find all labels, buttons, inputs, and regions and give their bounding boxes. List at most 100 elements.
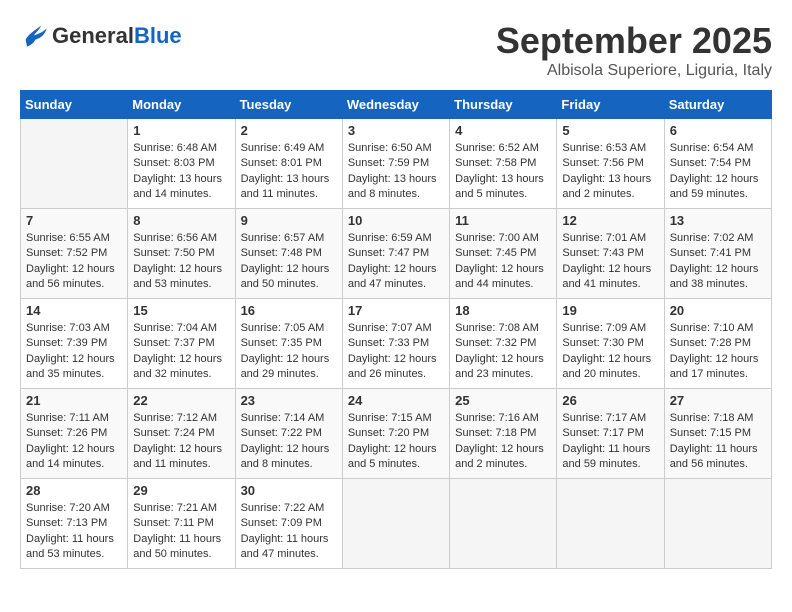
calendar-cell: 30 Sunrise: 7:22 AMSunset: 7:09 PMDayligh… [235,479,342,569]
logo-blue: Blue [134,24,182,48]
day-info: Sunrise: 7:09 AMSunset: 7:30 PMDaylight:… [562,321,658,383]
calendar-cell: 10 Sunrise: 6:59 AMSunset: 7:47 PMDayligh… [342,209,449,299]
calendar-cell: 8 Sunrise: 6:56 AMSunset: 7:50 PMDaylight… [128,209,235,299]
day-info: Sunrise: 7:08 AMSunset: 7:32 PMDaylight:… [455,321,551,383]
day-info: Sunrise: 6:50 AMSunset: 7:59 PMDaylight:… [348,141,444,203]
calendar-cell: 28 Sunrise: 7:20 AMSunset: 7:13 PMDayligh… [21,479,128,569]
day-number: 13 [670,213,766,228]
day-info: Sunrise: 6:56 AMSunset: 7:50 PMDaylight:… [133,231,229,293]
day-info: Sunrise: 6:57 AMSunset: 7:48 PMDaylight:… [241,231,337,293]
day-number: 4 [455,123,551,138]
day-number: 20 [670,303,766,318]
day-number: 17 [348,303,444,318]
calendar-header-row: SundayMondayTuesdayWednesdayThursdayFrid… [21,91,772,119]
calendar-week-row: 1 Sunrise: 6:48 AMSunset: 8:03 PMDaylight… [21,119,772,209]
calendar-cell: 29Sunrise: 7:21 AMSunset: 7:11 PMDayligh… [128,479,235,569]
calendar-cell: 26 Sunrise: 7:17 AMSunset: 7:17 PMDayligh… [557,389,664,479]
day-number: 9 [241,213,337,228]
day-number: 6 [670,123,766,138]
calendar-cell: 11 Sunrise: 7:00 AMSunset: 7:45 PMDayligh… [450,209,557,299]
col-header-thursday: Thursday [450,91,557,119]
title-block: September 2025 Albisola Superiore, Ligur… [496,20,772,80]
day-info: Sunrise: 6:48 AMSunset: 8:03 PMDaylight:… [133,141,229,203]
col-header-saturday: Saturday [664,91,771,119]
calendar-cell [21,119,128,209]
day-info: Sunrise: 7:01 AMSunset: 7:43 PMDaylight:… [562,231,658,293]
day-number: 1 [133,123,229,138]
day-number: 30 [241,483,337,498]
calendar-week-row: 28 Sunrise: 7:20 AMSunset: 7:13 PMDayligh… [21,479,772,569]
calendar-week-row: 14 Sunrise: 7:03 AMSunset: 7:39 PMDayligh… [21,299,772,389]
day-number: 25 [455,393,551,408]
day-info: Sunrise: 7:15 AMSunset: 7:20 PMDaylight:… [348,411,444,473]
page-header: GeneralBlue September 2025 Albisola Supe… [20,20,772,80]
day-info: Sunrise: 7:11 AMSunset: 7:26 PMDaylight:… [26,411,122,473]
day-number: 22 [133,393,229,408]
day-number: 16 [241,303,337,318]
day-info: Sunrise: 7:17 AMSunset: 7:17 PMDaylight:… [562,411,658,473]
bird-icon [20,20,48,48]
calendar-cell [664,479,771,569]
day-info: Sunrise: 7:07 AMSunset: 7:33 PMDaylight:… [348,321,444,383]
logo-general: General [52,24,134,48]
day-number: 21 [26,393,122,408]
calendar-cell: 4Sunrise: 6:52 AMSunset: 7:58 PMDaylight… [450,119,557,209]
calendar-cell: 15 Sunrise: 7:04 AMSunset: 7:37 PMDayligh… [128,299,235,389]
calendar-cell: 25 Sunrise: 7:16 AMSunset: 7:18 PMDayligh… [450,389,557,479]
calendar-cell: 1 Sunrise: 6:48 AMSunset: 8:03 PMDaylight… [128,119,235,209]
calendar-cell: 2 Sunrise: 6:49 AMSunset: 8:01 PMDaylight… [235,119,342,209]
calendar-cell: 6 Sunrise: 6:54 AMSunset: 7:54 PMDaylight… [664,119,771,209]
calendar-cell: 9 Sunrise: 6:57 AMSunset: 7:48 PMDaylight… [235,209,342,299]
day-number: 28 [26,483,122,498]
calendar-week-row: 7Sunrise: 6:55 AMSunset: 7:52 PMDaylight… [21,209,772,299]
location-subtitle: Albisola Superiore, Liguria, Italy [496,62,772,80]
calendar-cell: 27 Sunrise: 7:18 AMSunset: 7:15 PMDayligh… [664,389,771,479]
calendar-cell [450,479,557,569]
day-number: 2 [241,123,337,138]
calendar-cell: 3Sunrise: 6:50 AMSunset: 7:59 PMDaylight… [342,119,449,209]
day-number: 8 [133,213,229,228]
calendar-cell: 13 Sunrise: 7:02 AMSunset: 7:41 PMDayligh… [664,209,771,299]
day-number: 27 [670,393,766,408]
day-info: Sunrise: 7:05 AMSunset: 7:35 PMDaylight:… [241,321,337,383]
day-number: 11 [455,213,551,228]
day-info: Sunrise: 7:02 AMSunset: 7:41 PMDaylight:… [670,231,766,293]
day-info: Sunrise: 7:21 AMSunset: 7:11 PMDaylight:… [133,501,229,563]
calendar-cell [342,479,449,569]
day-number: 14 [26,303,122,318]
day-info: Sunrise: 6:59 AMSunset: 7:47 PMDaylight:… [348,231,444,293]
logo-text-block: GeneralBlue [52,24,182,48]
calendar-table: SundayMondayTuesdayWednesdayThursdayFrid… [20,90,772,569]
day-number: 26 [562,393,658,408]
day-info: Sunrise: 6:54 AMSunset: 7:54 PMDaylight:… [670,141,766,203]
day-info: Sunrise: 7:00 AMSunset: 7:45 PMDaylight:… [455,231,551,293]
day-info: Sunrise: 7:18 AMSunset: 7:15 PMDaylight:… [670,411,766,473]
day-info: Sunrise: 6:55 AMSunset: 7:52 PMDaylight:… [26,231,122,293]
col-header-friday: Friday [557,91,664,119]
day-number: 10 [348,213,444,228]
calendar-cell: 19 Sunrise: 7:09 AMSunset: 7:30 PMDayligh… [557,299,664,389]
col-header-monday: Monday [128,91,235,119]
col-header-wednesday: Wednesday [342,91,449,119]
day-number: 19 [562,303,658,318]
day-info: Sunrise: 6:53 AMSunset: 7:56 PMDaylight:… [562,141,658,203]
day-number: 15 [133,303,229,318]
day-info: Sunrise: 7:04 AMSunset: 7:37 PMDaylight:… [133,321,229,383]
day-number: 23 [241,393,337,408]
day-info: Sunrise: 7:20 AMSunset: 7:13 PMDaylight:… [26,501,122,563]
day-info: Sunrise: 7:22 AMSunset: 7:09 PMDaylight:… [241,501,337,563]
calendar-cell: 23 Sunrise: 7:14 AMSunset: 7:22 PMDayligh… [235,389,342,479]
day-info: Sunrise: 7:14 AMSunset: 7:22 PMDaylight:… [241,411,337,473]
day-info: Sunrise: 7:03 AMSunset: 7:39 PMDaylight:… [26,321,122,383]
day-number: 5 [562,123,658,138]
calendar-cell: 7Sunrise: 6:55 AMSunset: 7:52 PMDaylight… [21,209,128,299]
calendar-cell: 21 Sunrise: 7:11 AMSunset: 7:26 PMDayligh… [21,389,128,479]
day-info: Sunrise: 7:12 AMSunset: 7:24 PMDaylight:… [133,411,229,473]
calendar-cell: 20 Sunrise: 7:10 AMSunset: 7:28 PMDayligh… [664,299,771,389]
calendar-week-row: 21 Sunrise: 7:11 AMSunset: 7:26 PMDayligh… [21,389,772,479]
calendar-cell [557,479,664,569]
day-info: Sunrise: 7:10 AMSunset: 7:28 PMDaylight:… [670,321,766,383]
day-info: Sunrise: 7:16 AMSunset: 7:18 PMDaylight:… [455,411,551,473]
day-info: Sunrise: 6:49 AMSunset: 8:01 PMDaylight:… [241,141,337,203]
col-header-tuesday: Tuesday [235,91,342,119]
